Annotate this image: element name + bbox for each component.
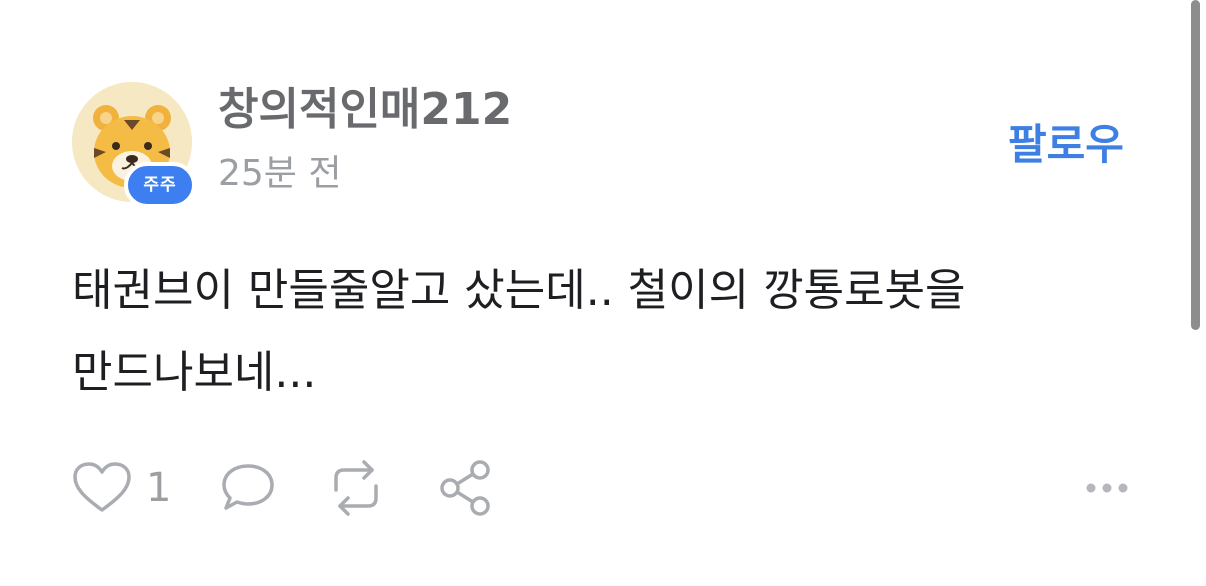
more-options-button[interactable] <box>1080 458 1134 518</box>
scrollbar[interactable] <box>1191 0 1200 330</box>
post-content-line: 만드나보네... <box>72 347 317 398</box>
more-icon <box>1086 483 1128 493</box>
post-content: 태권브이 만들줄알고 샀는데.. 철이의 깡통로봇을 만드나보네... <box>72 250 1152 414</box>
repost-icon <box>334 460 378 516</box>
author-badge: 주주 <box>124 162 196 208</box>
heart-icon <box>73 462 131 512</box>
post-timestamp: 25분 전 <box>218 153 342 194</box>
author-name[interactable]: 창의적인매212 <box>218 82 512 138</box>
post-content-line: 태권브이 만들줄알고 샀는데.. 철이의 깡통로봇을 <box>72 265 966 316</box>
repost-button[interactable] <box>324 458 388 518</box>
comment-icon <box>222 464 274 510</box>
comment-button[interactable] <box>218 458 278 518</box>
follow-button[interactable]: 팔로우 <box>990 116 1142 174</box>
share-button[interactable] <box>438 458 494 518</box>
post-actions: 1 <box>72 458 1134 518</box>
like-button[interactable]: 1 <box>72 458 171 518</box>
like-count: 1 <box>146 465 172 511</box>
share-icon <box>440 460 490 516</box>
post-card: 주주 창의적인매212 25분 전 팔로우 태권브이 만들줄알고 샀는데.. 철… <box>0 0 1206 586</box>
